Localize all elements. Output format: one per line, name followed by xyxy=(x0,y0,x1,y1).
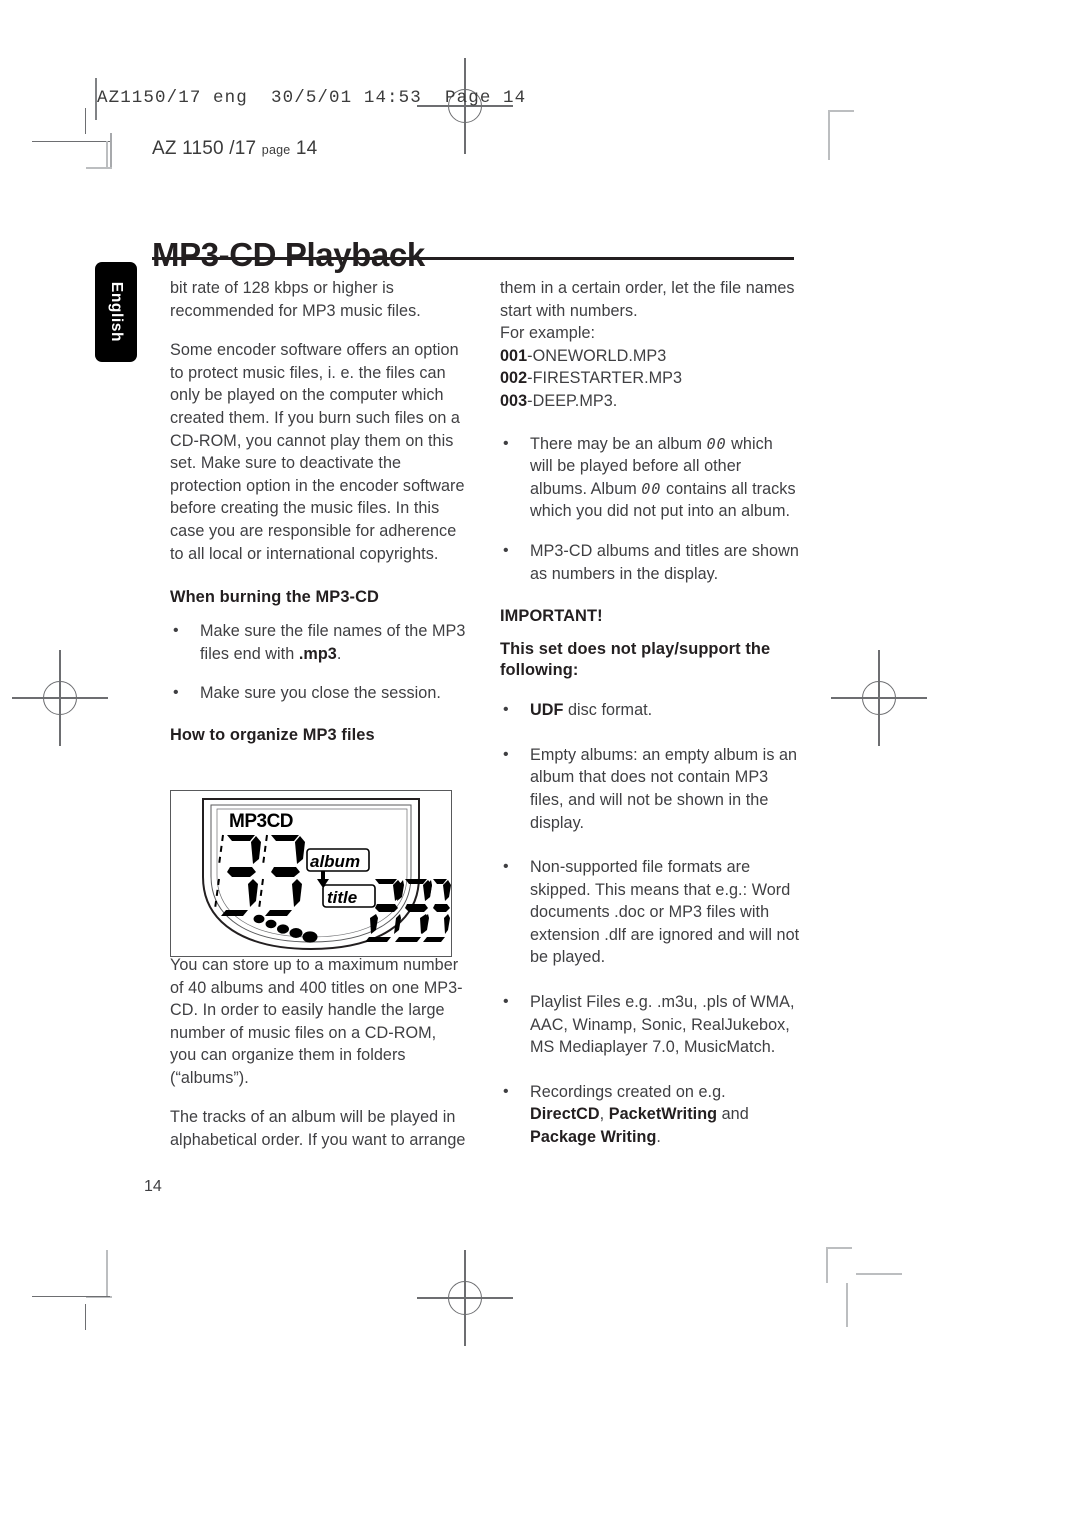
bullet-text: disc format. xyxy=(563,701,653,720)
crop-mark-top-left-horizontal xyxy=(32,141,110,143)
example-number: 001 xyxy=(500,346,528,365)
bullet-glyph: • xyxy=(503,858,509,876)
bullet-text-part-a: There may be an album xyxy=(530,434,707,453)
seven-segment-zero-zero-first: 00 xyxy=(706,434,727,453)
crop-mark-top-left-vertical xyxy=(85,108,87,134)
right-column: them in a certain order, let the file na… xyxy=(500,277,800,1166)
registration-mark-bottom xyxy=(417,1250,513,1346)
example-name: -DEEP.MP3. xyxy=(527,391,618,410)
paragraph-file-order: them in a certain order, let the file na… xyxy=(500,279,795,320)
paragraph-bitrate: bit rate of 128 kbps or higher is recomm… xyxy=(170,279,421,320)
bullet-playlist-files: • Playlist Files e.g. .m3u, .pls of WMA,… xyxy=(500,991,800,1059)
page-title: MP3-CD Playback xyxy=(152,236,425,274)
bullet-brand-packetwriting: PacketWriting xyxy=(608,1105,718,1124)
running-head-page-label: page xyxy=(261,143,291,157)
bullet-glyph: • xyxy=(503,993,509,1011)
svg-text:album: album xyxy=(310,852,360,871)
crop-mark-bottom-right-inner-horizontal xyxy=(826,1247,852,1250)
crop-mark-top-right-inner-horizontal xyxy=(828,110,854,113)
bullet-brand-directcd: DirectCD xyxy=(530,1105,600,1124)
bullet-glyph: • xyxy=(503,434,509,452)
example-filename-003: 003-DEEP.MP3. xyxy=(500,390,800,413)
seven-segment-zero-zero-second: 00 xyxy=(641,479,662,498)
bullet-recordings-directcd: • Recordings created on e.g. DirectCD, Pa… xyxy=(500,1081,800,1149)
crop-mark-bottom-right-inner-vertical xyxy=(826,1249,829,1283)
crop-mark-bottom-left-vertical xyxy=(85,1304,87,1330)
bullet-glyph: • xyxy=(503,541,509,559)
lcd-illustration: MP3CD album title xyxy=(171,791,451,956)
bullet-text-period: . xyxy=(656,1128,661,1147)
bullet-text-bold: .mp3 xyxy=(298,644,337,663)
bullet-albums-shown-as-numbers: • MP3-CD albums and titles are shown as … xyxy=(500,540,800,585)
bullet-glyph: • xyxy=(503,745,509,763)
running-head-page-number: 14 xyxy=(295,138,318,159)
bullet-text-part-a: Recordings created on e.g. xyxy=(530,1082,726,1101)
bullet-text-and: and xyxy=(717,1105,749,1124)
bullet-glyph: • xyxy=(503,701,509,719)
bullet-empty-albums: • Empty albums: an empty album is an alb… xyxy=(500,744,800,834)
bullet-text-suffix: . xyxy=(336,644,342,663)
running-head-rule xyxy=(110,133,112,167)
registration-mark-left xyxy=(12,650,108,746)
bullet-glyph: • xyxy=(173,684,179,702)
crop-mark-bottom-right-horizontal xyxy=(856,1273,902,1276)
bullet-glyph: • xyxy=(503,1082,509,1100)
crop-mark-bottom-right-vertical xyxy=(846,1283,849,1327)
paragraph-for-example: For example: xyxy=(500,324,596,343)
mp3cd-display-figure: MP3CD album title xyxy=(170,790,452,957)
bullet-text: Non-supported file formats are skipped. … xyxy=(530,858,800,967)
example-name: -FIRESTARTER.MP3 xyxy=(527,369,683,388)
page-title-rule xyxy=(152,257,794,260)
crop-mark-bottom-left-horizontal xyxy=(32,1296,110,1298)
paragraph-storage-limits: You can store up to a maximum number of … xyxy=(170,955,463,1042)
bullet-glyph: • xyxy=(173,622,179,640)
registration-mark-right xyxy=(831,650,927,746)
bullet-udf-disc-format: • UDF disc format. xyxy=(500,699,800,722)
running-head: AZ 1150 /17 page 14 xyxy=(152,138,317,160)
example-number: 002 xyxy=(500,369,528,388)
paragraph-alphabetical-order: The tracks of an album will be played in… xyxy=(170,1108,466,1150)
bullet-file-names-mp3: • Make sure the file names of the MP3 fi… xyxy=(170,620,470,665)
crop-mark-top-right-inner-vertical xyxy=(828,112,831,160)
heading-how-to-organize: How to organize MP3 files xyxy=(170,725,375,744)
bullet-text: Empty albums: an empty album is an album… xyxy=(530,745,798,832)
svg-text:MP3CD: MP3CD xyxy=(229,811,293,832)
example-filename-002: 002-FIRESTARTER.MP3 xyxy=(500,367,800,390)
bullet-close-session: • Make sure you close the session. xyxy=(170,682,470,705)
paragraph-organize-folders: you can organize them in folders (“album… xyxy=(170,1046,406,1087)
bullet-text: MP3-CD albums and titles are shown as nu… xyxy=(530,541,799,583)
bullet-text-comma: , xyxy=(599,1105,609,1124)
print-slug-line: AZ1150/17 eng 30/5/01 14:53 Page 14 xyxy=(97,88,527,108)
example-number: 003 xyxy=(500,391,528,410)
crop-mark-top-left-inner-vertical xyxy=(106,141,109,167)
running-head-model: AZ 1150 /17 xyxy=(152,138,257,159)
crop-mark-top-left-inner-horizontal xyxy=(86,167,112,170)
bullet-text: Make sure you close the session. xyxy=(200,684,441,703)
crop-mark-bottom-left-inner-vertical xyxy=(106,1250,109,1298)
language-tab-label: English xyxy=(108,281,125,343)
heading-important: IMPORTANT! xyxy=(500,607,603,626)
heading-when-burning: When burning the MP3-CD xyxy=(170,588,379,607)
bullet-text-bold: UDF xyxy=(530,701,564,720)
paragraph-encoder-protection: Some encoder software offers an option t… xyxy=(170,341,465,563)
bullet-brand-packagewriting: Package Writing xyxy=(530,1128,657,1147)
left-column: bit rate of 128 kbps or higher is recomm… xyxy=(170,277,470,1169)
bullet-album-zero-zero: • There may be an album 00 which will be … xyxy=(500,433,800,523)
bullet-text: Playlist Files e.g. .m3u, .pls of WMA, A… xyxy=(530,993,795,1057)
example-name: -ONEWORLD.MP3 xyxy=(527,346,667,365)
language-tab: English xyxy=(95,262,137,362)
svg-text:title: title xyxy=(327,888,357,907)
bullet-non-supported-formats: • Non-supported file formats are skipped… xyxy=(500,856,800,969)
example-filename-001: 001-ONEWORLD.MP3 xyxy=(500,345,800,368)
heading-not-supported: This set does not play/support the follo… xyxy=(500,640,771,680)
page-number: 14 xyxy=(144,1178,162,1195)
